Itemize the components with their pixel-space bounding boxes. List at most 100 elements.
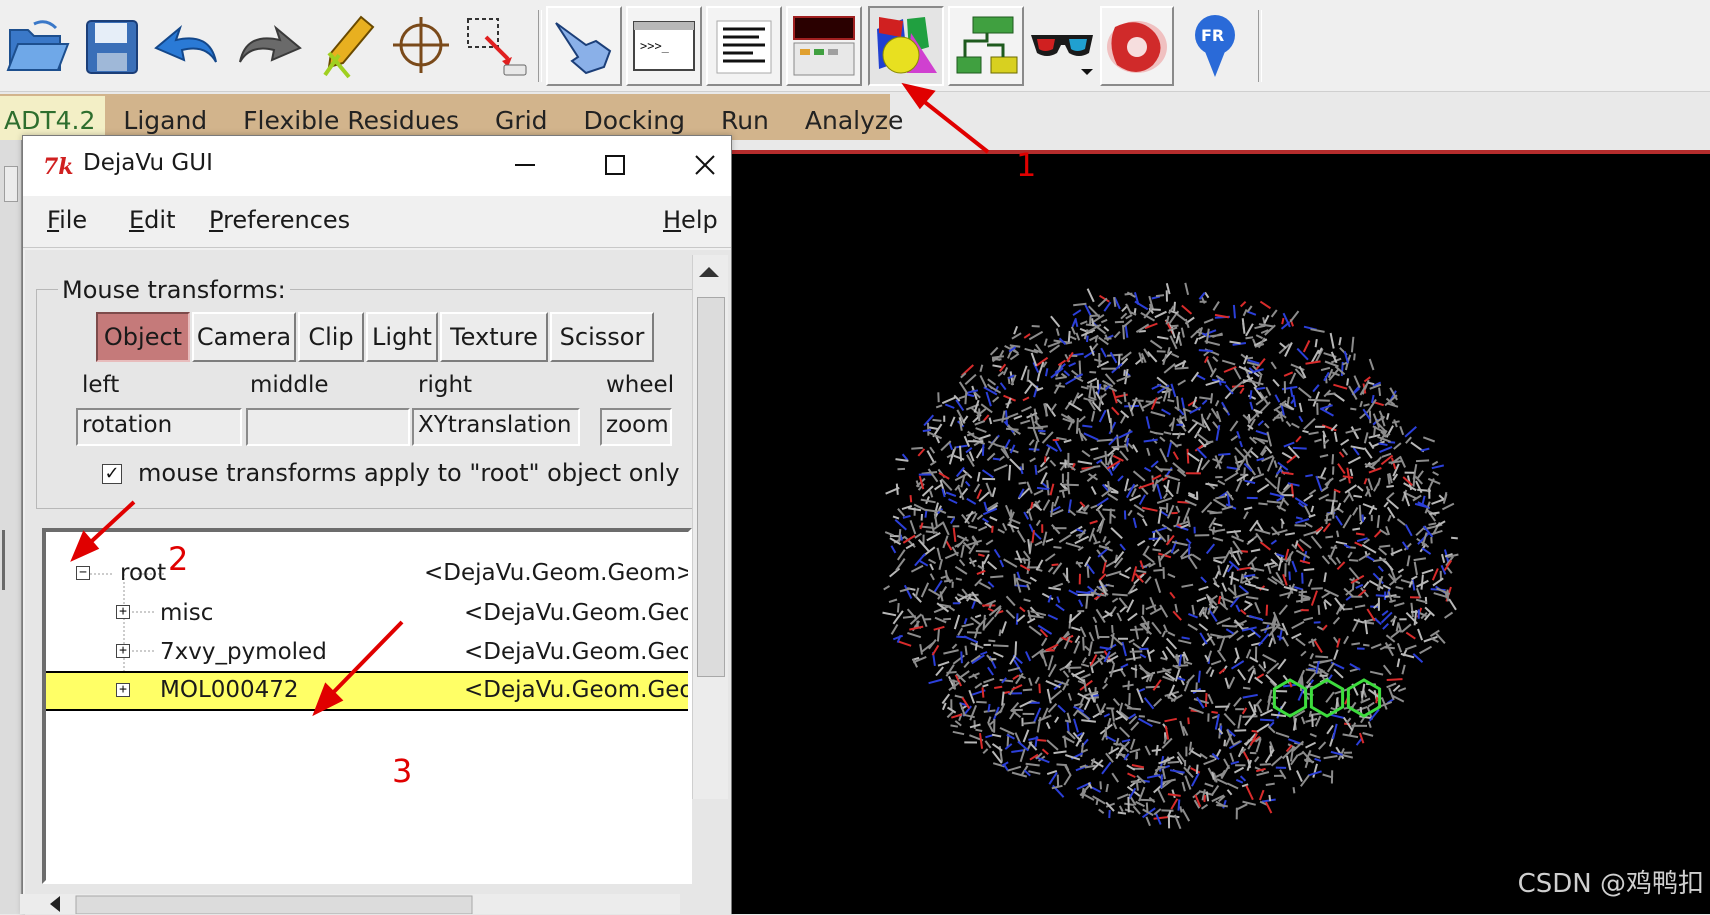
watermark: CSDN @鸡鸭扣 xyxy=(1518,863,1704,900)
collapse-toggle[interactable]: − xyxy=(76,566,90,580)
red-shape-icon xyxy=(1103,13,1171,79)
redo-icon xyxy=(232,18,304,74)
menu-help[interactable]: Help xyxy=(663,206,718,234)
object-tree[interactable]: − root <DejaVu.Geom.Geom> + misc <DejaVu… xyxy=(42,528,692,884)
svg-text:7k: 7k xyxy=(43,154,74,180)
tab-texture[interactable]: Texture xyxy=(440,312,548,362)
adt-menu-run[interactable]: Run xyxy=(703,96,787,140)
expand-toggle[interactable]: + xyxy=(116,605,130,619)
tree-node-name: MOL000472 xyxy=(160,677,299,703)
text-button[interactable] xyxy=(706,6,782,86)
column-wheel-label: wheel xyxy=(606,372,674,398)
stereo-button[interactable] xyxy=(1026,6,1096,86)
adt-menu-adt42[interactable]: ADT4.2 xyxy=(0,96,105,140)
svg-text:FR: FR xyxy=(1201,26,1224,45)
select-button[interactable] xyxy=(462,6,532,86)
protein-bonds xyxy=(883,283,1459,829)
side-panel-divider xyxy=(2,530,5,590)
main-toolbar: >>>_ xyxy=(0,0,1710,92)
open-folder-icon xyxy=(4,16,74,76)
minimize-icon xyxy=(513,153,537,177)
stereo-glasses-icon xyxy=(1027,11,1095,81)
maximize-button[interactable] xyxy=(585,142,645,188)
undo-icon xyxy=(150,18,226,74)
vertical-scrollbar[interactable] xyxy=(692,255,728,799)
column-left-label: left xyxy=(82,372,119,398)
open-folder-button[interactable] xyxy=(2,6,76,86)
tab-camera[interactable]: Camera xyxy=(192,312,296,362)
tab-clip[interactable]: Clip xyxy=(298,312,364,362)
dejavu-titlebar[interactable]: 7k DejaVu GUI xyxy=(23,136,731,196)
root-only-label: mouse transforms apply to "root" object … xyxy=(138,459,680,487)
dashboard-icon xyxy=(790,13,858,79)
side-panel-tab[interactable] xyxy=(4,166,18,202)
annotation-label-1: 1 xyxy=(1016,146,1036,184)
left-button-action[interactable]: rotation xyxy=(76,408,242,446)
3d-viewer[interactable]: CSDN @鸡鸭扣 xyxy=(730,154,1710,914)
dejavu-gui-button[interactable] xyxy=(868,6,944,86)
scroll-thumb[interactable] xyxy=(697,297,725,677)
pointer-hand-icon xyxy=(550,13,618,79)
root-only-checkbox[interactable]: ✓ xyxy=(102,464,122,484)
dashboard-button[interactable] xyxy=(786,6,862,86)
network-editor-button[interactable] xyxy=(948,6,1024,86)
tree-node-name: root xyxy=(120,560,166,586)
tree-node-type: <DejaVu.Geom.Geo xyxy=(464,639,692,665)
redo-button[interactable] xyxy=(230,6,306,86)
minimize-button[interactable] xyxy=(495,142,555,188)
tree-row-mol000472[interactable]: + MOL000472 <DejaVu.Geom.Geo xyxy=(46,671,692,711)
undo-button[interactable] xyxy=(148,6,228,86)
tab-object[interactable]: Object xyxy=(96,312,190,362)
tree-node-type: <DejaVu.Geom.Geo xyxy=(464,600,692,626)
menu-file[interactable]: File xyxy=(47,206,87,234)
adt-menu-docking[interactable]: Docking xyxy=(566,96,703,140)
pick-button[interactable] xyxy=(546,6,622,86)
expand-toggle[interactable]: + xyxy=(116,683,130,697)
crosshair-icon xyxy=(389,13,455,79)
wheel-action[interactable]: zoom xyxy=(600,408,672,446)
maximize-icon xyxy=(603,153,627,177)
adt-menu-ligand[interactable]: Ligand xyxy=(105,96,225,140)
protein-structure xyxy=(730,154,1710,914)
python-shell-button[interactable]: >>>_ xyxy=(626,6,702,86)
network-editor-icon xyxy=(951,13,1021,79)
tk-feather-icon: 7k xyxy=(43,150,75,180)
fr-button[interactable]: FR xyxy=(1178,6,1252,86)
svg-text:>>>_: >>>_ xyxy=(640,39,670,53)
save-button[interactable] xyxy=(78,6,144,86)
tree-node-type: <DejaVu.Geom.Geom> xyxy=(424,560,692,586)
surface-button[interactable] xyxy=(1100,6,1174,86)
adt-menu-analyze[interactable]: Analyze xyxy=(787,96,922,140)
center-button[interactable] xyxy=(386,6,458,86)
column-middle-label: middle xyxy=(250,372,329,398)
scroll-up-icon[interactable] xyxy=(699,267,719,277)
mouse-transforms-legend: Mouse transforms: xyxy=(58,276,290,304)
tree-row-misc[interactable]: + misc <DejaVu.Geom.Geo xyxy=(46,594,692,634)
tree-node-name: misc xyxy=(160,600,213,626)
expand-toggle[interactable]: + xyxy=(116,644,130,658)
adt-menu-grid[interactable]: Grid xyxy=(477,96,565,140)
selection-icon xyxy=(464,13,530,79)
text-lines-icon xyxy=(711,15,777,77)
tab-light[interactable]: Light xyxy=(366,312,438,362)
tree-node-name: 7xvy_pymoled xyxy=(160,639,327,665)
save-icon xyxy=(81,15,141,77)
tree-row-7xvy-pymoled[interactable]: + 7xvy_pymoled <DejaVu.Geom.Geo xyxy=(46,633,692,673)
close-icon xyxy=(693,153,717,177)
close-button[interactable] xyxy=(675,142,735,188)
tree-node-type: <DejaVu.Geom.Geo xyxy=(464,677,692,703)
column-right-label: right xyxy=(418,372,472,398)
menu-preferences[interactable]: Preferences xyxy=(209,206,350,234)
fr-icon: FR xyxy=(1182,11,1248,81)
middle-button-action[interactable] xyxy=(246,408,410,446)
annotation-label-3: 3 xyxy=(392,752,412,790)
adt-menu-flexible-residues[interactable]: Flexible Residues xyxy=(225,96,477,140)
annotation-label-2: 2 xyxy=(168,540,188,578)
menu-edit[interactable]: Edit xyxy=(129,206,175,234)
adt-menu-bar: ADT4.2 Ligand Flexible Residues Grid Doc… xyxy=(0,94,890,140)
right-button-action[interactable]: XYtranslation xyxy=(412,408,580,446)
edit-tools-button[interactable] xyxy=(312,6,384,86)
tree-row-root[interactable]: − root <DejaVu.Geom.Geom> xyxy=(46,554,692,594)
horizontal-scrollbar[interactable] xyxy=(20,894,680,914)
tab-scissor[interactable]: Scissor xyxy=(550,312,654,362)
